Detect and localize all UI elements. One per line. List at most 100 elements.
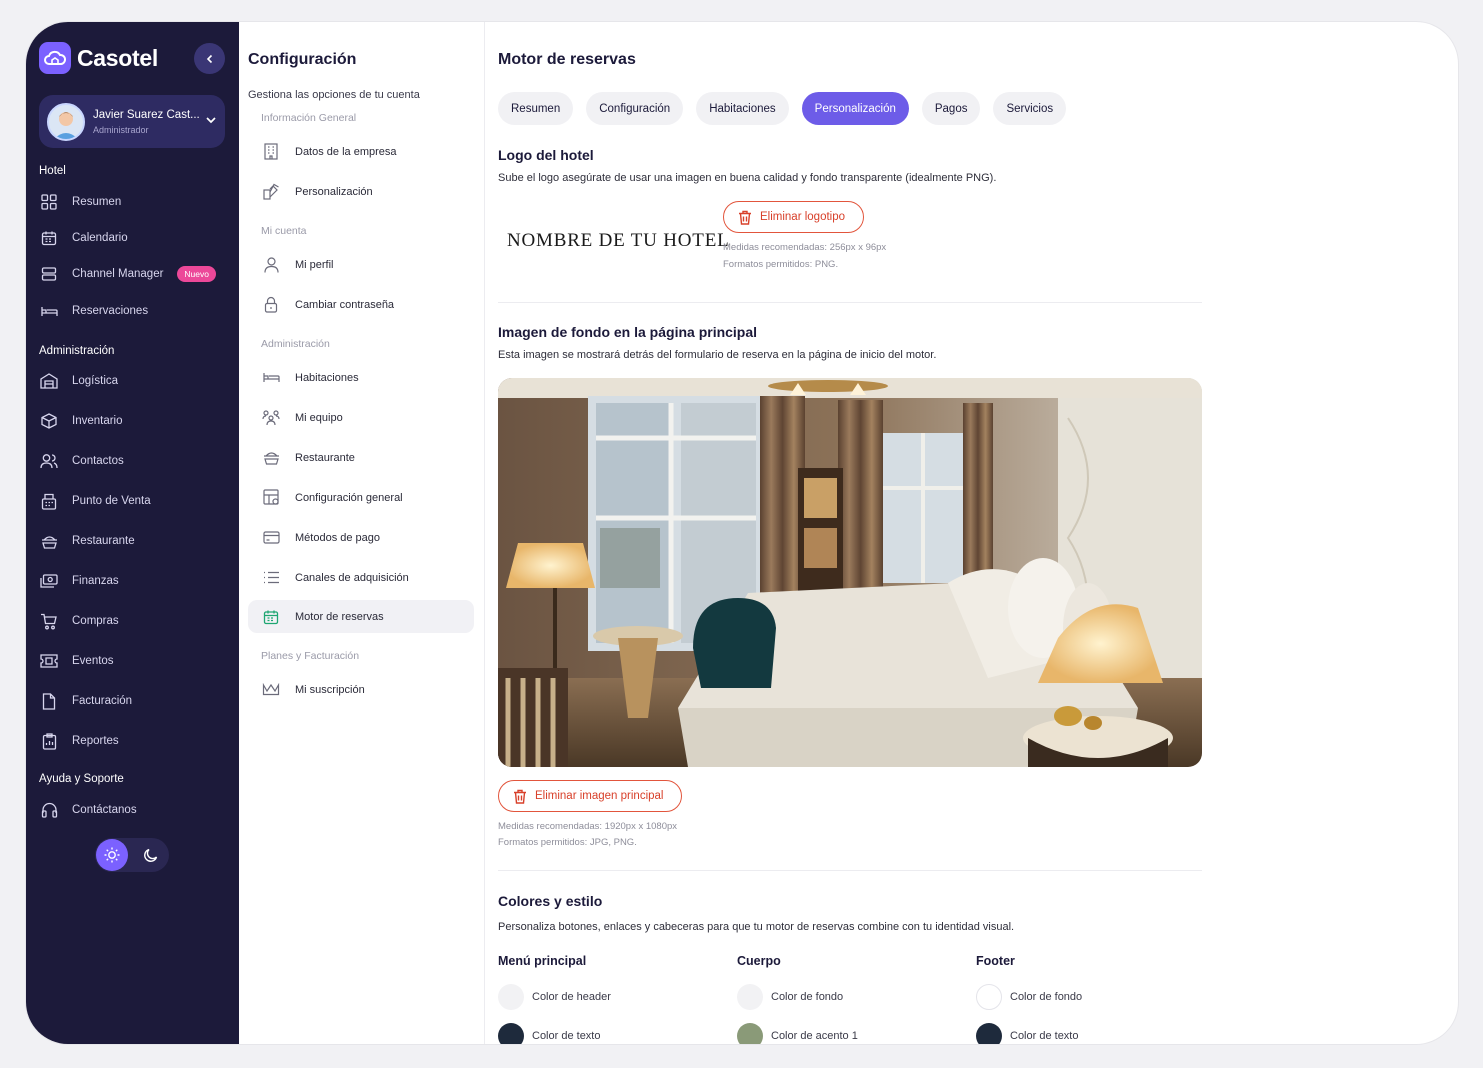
grid-icon <box>39 192 59 212</box>
settings-group-label: Planes y Facturación <box>261 650 360 662</box>
sidebar-item-label: Calendario <box>72 232 128 244</box>
settings-item-cambiar-contrasena[interactable]: Cambiar contraseña <box>248 288 474 321</box>
color-label: Color de header <box>532 991 611 1003</box>
settings-item-label: Personalización <box>295 185 373 198</box>
sidebar-item-reservaciones[interactable]: Reservaciones <box>39 297 225 325</box>
user-role: Administrador <box>93 124 149 135</box>
color-column-title: Footer <box>976 954 1015 968</box>
sidebar-item-reportes[interactable]: Reportes <box>39 727 225 755</box>
settings-item-habitaciones[interactable]: Habitaciones <box>248 361 474 394</box>
settings-item-configuracion-general[interactable]: Configuración general <box>248 481 474 514</box>
logo-section-desc: Sube el logo asegúrate de usar una image… <box>498 172 997 184</box>
settings-group-label: Información General <box>261 112 357 124</box>
settings-item-label: Canales de adquisición <box>295 571 409 584</box>
settings-item-label: Motor de reservas <box>295 610 384 623</box>
collapse-sidebar-button[interactable] <box>194 43 225 74</box>
color-label: Color de fondo <box>1010 991 1083 1003</box>
sidebar-item-compras[interactable]: Compras <box>39 607 225 635</box>
settings-group-label: Administración <box>261 338 330 350</box>
hotel-logo-preview: NOMBRE DE TU HOTEL <box>507 230 730 251</box>
sidebar-item-logistica[interactable]: Logística <box>39 367 225 395</box>
settings-group-label: Mi cuenta <box>261 225 307 237</box>
calendar-green-icon <box>261 607 281 627</box>
color-swatch[interactable] <box>737 984 763 1010</box>
sidebar-item-label: Inventario <box>72 415 123 427</box>
settings-item-motor-reservas[interactable]: Motor de reservas <box>248 600 474 633</box>
new-badge: Nuevo <box>177 266 216 282</box>
bg-format-hint: Formatos permitidos: JPG, PNG. <box>498 837 637 848</box>
settings-item-metodos-pago[interactable]: Métodos de pago <box>248 521 474 554</box>
warehouse-icon <box>39 371 59 391</box>
sidebar-item-label: Channel Manager <box>72 268 164 280</box>
light-mode-button[interactable] <box>96 839 128 871</box>
color-swatch[interactable] <box>976 1023 1002 1044</box>
color-label: Color de texto <box>532 1030 601 1042</box>
color-picker-footer-text[interactable]: Color de texto <box>976 1023 1078 1044</box>
sun-icon <box>104 847 120 863</box>
sidebar-item-label: Contactos <box>72 455 124 467</box>
sidebar-section-hotel: Hotel <box>39 165 66 177</box>
color-swatch[interactable] <box>976 984 1002 1010</box>
divider <box>498 870 1202 871</box>
document-icon <box>39 691 59 711</box>
color-column-title: Menú principal <box>498 954 587 968</box>
sidebar-item-label: Punto de Venta <box>72 495 151 507</box>
pos-icon <box>39 491 59 511</box>
tab-personalizacion[interactable]: Personalización <box>801 92 909 125</box>
color-picker-header[interactable]: Color de header <box>498 984 611 1010</box>
settings-item-canales-adquisicion[interactable]: Canales de adquisición <box>248 561 474 594</box>
color-swatch[interactable] <box>737 1023 763 1044</box>
palette-icon <box>261 182 281 202</box>
settings-item-label: Cambiar contraseña <box>295 298 395 311</box>
user-icon <box>261 255 281 275</box>
settings-item-label: Datos de la empresa <box>295 145 397 158</box>
sidebar-section-soporte: Ayuda y Soporte <box>39 773 124 785</box>
theme-toggle[interactable] <box>95 838 169 872</box>
settings-item-restaurante[interactable]: Restaurante <box>248 441 474 474</box>
sidebar-item-label: Contáctanos <box>72 804 137 816</box>
sidebar-item-inventario[interactable]: Inventario <box>39 407 225 435</box>
sidebar-item-restaurante[interactable]: Restaurante <box>39 527 225 555</box>
dark-mode-button[interactable] <box>135 839 167 871</box>
color-swatch[interactable] <box>498 984 524 1010</box>
list-icon <box>261 568 281 588</box>
sidebar-item-resumen[interactable]: Resumen <box>39 188 225 216</box>
trash-icon <box>513 789 527 804</box>
sidebar-item-punto-de-venta[interactable]: Punto de Venta <box>39 487 225 515</box>
sidebar-item-calendario[interactable]: Calendario <box>39 224 225 252</box>
delete-background-button[interactable]: Eliminar imagen principal <box>498 780 683 812</box>
delete-logo-button[interactable]: Eliminar logotipo <box>723 201 865 233</box>
user-menu[interactable]: Javier Suarez Cast... Administrador <box>39 95 225 148</box>
color-swatch[interactable] <box>498 1023 524 1044</box>
tab-habitaciones[interactable]: Habitaciones <box>696 92 789 125</box>
tab-servicios[interactable]: Servicios <box>993 92 1067 125</box>
tab-configuracion[interactable]: Configuración <box>586 92 684 125</box>
sidebar-section-administracion: Administración <box>39 345 115 357</box>
settings-item-personalizacion[interactable]: Personalización <box>248 175 474 208</box>
sidebar-item-label: Resumen <box>72 196 122 208</box>
sidebar-item-channel-manager[interactable]: Channel Manager Nuevo <box>39 260 225 288</box>
sidebar-item-eventos[interactable]: Eventos <box>39 647 225 675</box>
settings-item-datos-empresa[interactable]: Datos de la empresa <box>248 135 474 168</box>
moon-icon <box>144 848 158 862</box>
sidebar-item-label: Logística <box>72 375 119 387</box>
color-picker-accent[interactable]: Color de acento 1 <box>737 1023 858 1044</box>
sidebar-item-facturacion[interactable]: Facturación <box>39 687 225 715</box>
color-column-title: Cuerpo <box>737 954 781 968</box>
tab-pagos[interactable]: Pagos <box>921 92 981 125</box>
color-picker-body-bg[interactable]: Color de fondo <box>737 984 843 1010</box>
color-picker-footer-bg[interactable]: Color de fondo <box>976 984 1082 1010</box>
bed-icon <box>39 301 59 321</box>
sidebar-item-finanzas[interactable]: Finanzas <box>39 567 225 595</box>
cart-icon <box>39 611 59 631</box>
settings-item-mi-suscripcion[interactable]: Mi suscripción <box>248 673 474 706</box>
sidebar-item-contactanos[interactable]: Contáctanos <box>39 796 225 824</box>
brand-logo[interactable]: Casotel <box>39 42 158 74</box>
settings-item-mi-equipo[interactable]: Mi equipo <box>248 401 474 434</box>
color-picker-menu-text[interactable]: Color de texto <box>498 1023 600 1044</box>
background-image-preview <box>498 378 1202 767</box>
main-sidebar: Casotel Javier Suarez Cast... Administra… <box>26 22 239 1044</box>
settings-item-mi-perfil[interactable]: Mi perfil <box>248 248 474 281</box>
sidebar-item-contactos[interactable]: Contactos <box>39 447 225 475</box>
tab-resumen[interactable]: Resumen <box>498 92 574 125</box>
